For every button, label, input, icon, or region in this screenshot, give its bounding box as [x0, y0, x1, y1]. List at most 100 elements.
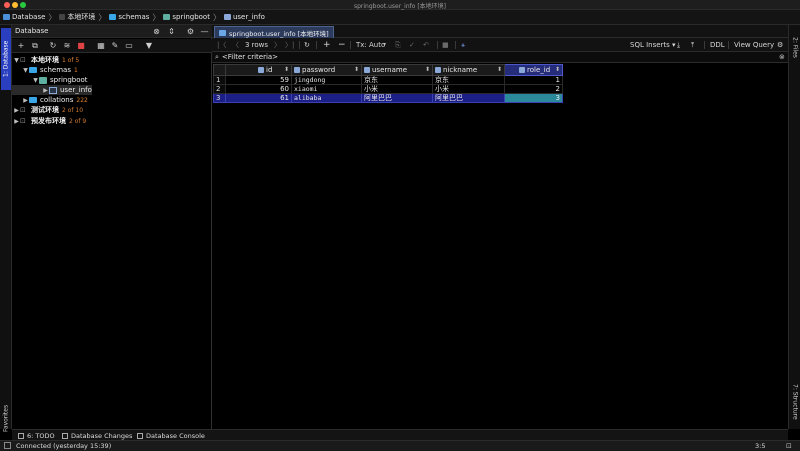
lock-icon[interactable]: ⊡ [786, 442, 792, 450]
table-row[interactable]: 2 60 xiaomi 小米 小米 2 [213, 84, 563, 94]
cell-password[interactable]: xiaomi [291, 84, 362, 94]
first-page-icon[interactable]: |〈 [217, 40, 226, 50]
crumb-database[interactable]: Database [3, 13, 45, 21]
filter-icon[interactable]: ⌕ [215, 53, 219, 62]
rollback-icon[interactable]: ↶ [423, 40, 429, 50]
chevron-right-icon[interactable]: ▶ [22, 97, 29, 104]
download-icon[interactable]: ⤓ [677, 40, 680, 50]
chevron-right-icon[interactable]: ▶ [13, 118, 20, 125]
tab-database-console[interactable]: Database Console [137, 431, 205, 440]
tab-todo[interactable]: 6: TODO [18, 431, 55, 440]
tab-database-changes[interactable]: Database Changes [62, 431, 132, 440]
cell-username[interactable]: 阿里巴巴 [361, 93, 433, 103]
refresh-icon[interactable]: ↻ [48, 41, 58, 51]
caret-position[interactable]: 3:5 [755, 442, 765, 450]
ddl-button[interactable]: DDL [710, 40, 725, 50]
add-icon[interactable]: + [16, 41, 26, 51]
refresh-icon[interactable]: ↻ [304, 40, 310, 50]
cell-username[interactable]: 小米 [361, 84, 433, 94]
transaction-mode-dropdown[interactable]: Tx: Auto [356, 40, 385, 50]
sort-icon[interactable]: ⬍ [354, 66, 359, 73]
column-header-role-id[interactable]: role_id ⬍ [504, 64, 563, 76]
row-number[interactable]: 2 [213, 84, 226, 94]
chevron-down-icon[interactable]: ▼ [22, 67, 29, 74]
view-query-button[interactable]: View Query [734, 40, 774, 50]
table-row-selected[interactable]: 3 61 alibaba 阿里巴巴 阿里巴巴 3 [213, 93, 563, 103]
rows-count-dropdown[interactable]: 3 rows [245, 40, 268, 50]
table-editor-icon[interactable]: ▦ [96, 41, 106, 51]
cell-role-id-current[interactable]: 3 [504, 93, 563, 103]
cell-nickname[interactable]: 阿里巴巴 [432, 93, 505, 103]
cell-role-id[interactable]: 2 [504, 84, 563, 94]
gear-icon[interactable]: ⚙ [777, 40, 783, 50]
column-header-password[interactable]: password ⬍ [291, 64, 362, 76]
tree-node-staging-env[interactable]: ▶ ⊡ 预发布环境 2 of 9 [12, 116, 86, 126]
last-page-icon[interactable]: 〉| [285, 40, 294, 50]
cell-id[interactable]: 60 [225, 84, 292, 94]
cell-id[interactable]: 61 [225, 93, 292, 103]
chevron-down-icon[interactable]: ▼ [13, 57, 20, 64]
next-page-icon[interactable]: 〉 [274, 40, 281, 50]
column-header-username[interactable]: username ⬍ [361, 64, 433, 76]
copy-icon[interactable]: ⧉ [30, 41, 40, 51]
sort-icon[interactable]: ⬍ [497, 66, 502, 73]
cell-role-id[interactable]: 1 [504, 75, 563, 85]
tree-node-user-info[interactable]: ▶ user_info [12, 85, 92, 95]
crumb-springboot[interactable]: springboot [163, 13, 210, 21]
filter-input[interactable]: <Filter criteria> [222, 53, 278, 61]
cell-nickname[interactable]: 京东 [432, 75, 505, 85]
commit-history-icon[interactable]: ⎘ [395, 40, 401, 50]
table-row[interactable]: 1 59 jingdong 京东 京东 1 [213, 75, 563, 85]
column-icon [364, 67, 370, 73]
tree-node-local-env[interactable]: ▼ ⊡ 本地环境 1 of 5 [12, 55, 79, 65]
tab-favorites-tool[interactable]: Favorites [1, 397, 11, 439]
stop-icon[interactable]: ■ [76, 41, 86, 51]
crumb-user-info[interactable]: user_info [223, 13, 265, 21]
tab-user-info[interactable]: springboot.user_info [本地环境] [214, 26, 334, 38]
row-number[interactable]: 3 [213, 93, 226, 103]
delete-row-icon[interactable]: − [338, 40, 346, 50]
clear-filter-icon[interactable]: ⊗ [779, 53, 785, 61]
console-icon[interactable]: ▭ [124, 41, 134, 51]
tab-files-tool[interactable]: 2: Files [790, 31, 800, 63]
chevron-down-icon[interactable]: ▾ [383, 40, 386, 50]
sort-icon[interactable]: ⬍ [555, 66, 560, 73]
cell-password[interactable]: jingdong [291, 75, 362, 85]
cancel-query-icon[interactable]: ■ [442, 40, 449, 50]
sql-inserts-dropdown[interactable]: SQL Inserts ▾ [630, 40, 676, 50]
filter-bar[interactable]: ⌕ <Filter criteria> ⊗ [212, 52, 788, 63]
cell-id[interactable]: 59 [225, 75, 292, 85]
crumb-schemas[interactable]: schemas [109, 13, 149, 21]
sort-icon[interactable]: ⬍ [425, 66, 430, 73]
cell-username[interactable]: 京东 [361, 75, 433, 85]
schema-sync-icon[interactable]: ≋ [62, 41, 72, 51]
tree-node-springboot[interactable]: ▼ springboot [12, 75, 87, 85]
data-compare-icon[interactable]: ⚹ [461, 40, 465, 50]
commit-icon[interactable]: ✓ [409, 40, 415, 50]
gear-icon[interactable]: ⚙ [186, 27, 195, 36]
filter-icon[interactable]: ▼ [144, 41, 154, 51]
hide-panel-icon[interactable]: — [200, 27, 209, 36]
add-row-icon[interactable]: + [323, 40, 331, 50]
expand-collapse-icon[interactable]: ⇕ [167, 27, 176, 36]
crumb-local-env[interactable]: 本地环境 [59, 12, 95, 22]
previous-page-icon[interactable]: 〈 [232, 40, 239, 50]
cell-nickname[interactable]: 小米 [432, 84, 505, 94]
edit-icon[interactable]: ✎ [110, 41, 120, 51]
chevron-right-icon[interactable]: ▶ [42, 87, 49, 94]
cell-password[interactable]: alibaba [291, 93, 362, 103]
tab-database-tool[interactable]: 1: Database [1, 28, 11, 90]
column-header-id[interactable]: id ⬍ [225, 64, 292, 76]
chevron-down-icon[interactable]: ▼ [32, 77, 39, 84]
tree-node-test-env[interactable]: ▶ ⊡ 测试环境 2 of 10 [12, 105, 83, 115]
tree-node-collations[interactable]: ▶ collations 222 [12, 95, 88, 105]
collapse-all-icon[interactable]: ⊗ [152, 27, 161, 36]
chevron-right-icon[interactable]: ▶ [13, 107, 20, 114]
tree-node-schemas[interactable]: ▼ schemas 1 [12, 65, 78, 75]
tab-structure-tool[interactable]: 7: Structure [790, 379, 800, 425]
column-header-nickname[interactable]: nickname ⬍ [432, 64, 505, 76]
row-number[interactable]: 1 [213, 75, 226, 85]
upload-icon[interactable]: ⤒ [691, 40, 694, 50]
tool-windows-icon[interactable] [4, 442, 11, 449]
sort-icon[interactable]: ⬍ [284, 66, 289, 73]
